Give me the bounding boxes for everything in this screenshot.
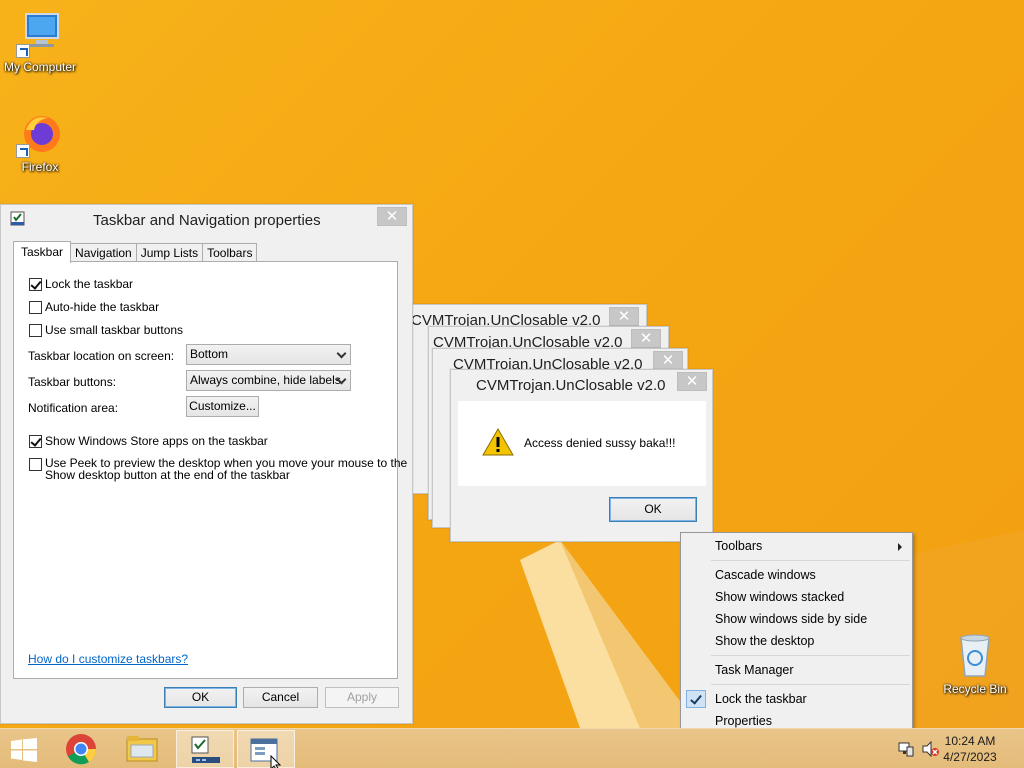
desktop-icon-recycle-bin[interactable]: Recycle Bin bbox=[935, 632, 1015, 696]
auto-hide-label: Auto-hide the taskbar bbox=[45, 300, 160, 314]
clock-date[interactable]: 4/27/2023 bbox=[935, 750, 1005, 764]
store-apps-label: Show Windows Store apps on the taskbar bbox=[45, 434, 268, 448]
desktop-icon-label: My Computer bbox=[3, 60, 77, 74]
start-button[interactable] bbox=[0, 730, 48, 768]
auto-hide-checkbox[interactable] bbox=[29, 301, 42, 314]
window-titlebar[interactable]: Taskbar and Navigation properties ✕ bbox=[1, 205, 412, 235]
menu-item-show-desktop[interactable]: Show the desktop bbox=[683, 630, 910, 652]
taskbar-properties-icon bbox=[10, 211, 25, 226]
close-icon: ✕ bbox=[685, 372, 699, 390]
taskbar-trojan-app[interactable] bbox=[237, 730, 295, 768]
auto-hide-option[interactable]: Auto-hide the taskbar bbox=[29, 300, 159, 314]
cancel-button[interactable]: Cancel bbox=[243, 687, 318, 708]
window-title: CVMTrojan.UnClosable v2.0 bbox=[476, 377, 666, 394]
close-button[interactable]: ✕ bbox=[653, 351, 683, 370]
taskbar-chrome[interactable] bbox=[52, 730, 110, 768]
menu-item-task-manager[interactable]: Task Manager bbox=[683, 659, 910, 681]
buttons-label: Taskbar buttons: bbox=[28, 375, 117, 389]
buttons-select[interactable]: Always combine, hide labels bbox=[186, 370, 351, 391]
menu-item-stacked[interactable]: Show windows stacked bbox=[683, 586, 910, 608]
tab-taskbar[interactable]: Taskbar bbox=[13, 241, 72, 263]
notification-label: Notification area: bbox=[28, 401, 119, 415]
menu-item-lock-taskbar[interactable]: Lock the taskbar bbox=[683, 688, 910, 710]
warning-icon bbox=[482, 428, 514, 456]
close-icon: ✕ bbox=[639, 329, 653, 347]
taskbar-properties-app[interactable] bbox=[176, 730, 234, 768]
tab-jump-lists[interactable]: Jump Lists bbox=[135, 243, 204, 263]
menu-item-toolbars[interactable]: Toolbars bbox=[683, 535, 910, 557]
close-button[interactable]: ✕ bbox=[677, 372, 707, 391]
desktop-icon-firefox[interactable]: Firefox bbox=[0, 110, 80, 174]
small-buttons-option[interactable]: Use small taskbar buttons bbox=[29, 323, 183, 337]
lock-taskbar-checkbox[interactable] bbox=[29, 278, 42, 291]
trojan-window-main[interactable]: CVMTrojan.UnClosable v2.0 ✕ Access denie… bbox=[450, 369, 713, 542]
location-label: Taskbar location on screen: bbox=[28, 349, 175, 363]
small-buttons-checkbox[interactable] bbox=[29, 324, 42, 337]
chevron-down-icon bbox=[336, 348, 347, 359]
menu-item-label: Lock the taskbar bbox=[715, 692, 807, 706]
taskbar-context-menu: Toolbars Cascade windows Show windows st… bbox=[680, 532, 913, 734]
buttons-value: Always combine, hide labels bbox=[190, 373, 341, 387]
lock-taskbar-option[interactable]: Lock the taskbar bbox=[29, 277, 133, 291]
window-title: Taskbar and Navigation properties bbox=[93, 212, 321, 229]
small-buttons-label: Use small taskbar buttons bbox=[45, 323, 184, 337]
apply-button[interactable]: Apply bbox=[325, 687, 399, 708]
desktop-icon-label: Firefox bbox=[21, 160, 59, 174]
menu-separator bbox=[711, 560, 910, 561]
peek-checkbox[interactable] bbox=[29, 458, 42, 471]
location-select[interactable]: Bottom bbox=[186, 344, 351, 365]
store-apps-checkbox[interactable] bbox=[29, 435, 42, 448]
recycle-bin-icon bbox=[951, 632, 999, 680]
close-button[interactable]: ✕ bbox=[631, 329, 661, 348]
shortcut-arrow-icon bbox=[16, 144, 30, 158]
peek-label-line2: Show desktop button at the end of the ta… bbox=[45, 468, 290, 482]
lock-taskbar-label: Lock the taskbar bbox=[45, 277, 134, 291]
peek-option[interactable]: Use Peek to preview the desktop when you… bbox=[29, 457, 407, 481]
ok-button[interactable]: OK bbox=[164, 687, 237, 708]
taskbar[interactable]: 10:24 AM 4/27/2023 bbox=[0, 728, 1024, 768]
tab-strip: Taskbar Navigation Jump Lists Toolbars bbox=[13, 241, 258, 263]
message-text: Access denied sussy baka!!! bbox=[524, 436, 676, 450]
customize-button[interactable]: Customize... bbox=[186, 396, 259, 417]
mouse-cursor-icon bbox=[270, 755, 282, 768]
desktop-icon-label: Recycle Bin bbox=[943, 682, 1007, 696]
windows-logo-icon bbox=[11, 738, 37, 762]
menu-item-side-by-side[interactable]: Show windows side by side bbox=[683, 608, 910, 630]
location-value: Bottom bbox=[190, 347, 229, 361]
menu-separator bbox=[711, 655, 910, 656]
shortcut-arrow-icon bbox=[16, 44, 30, 58]
close-button[interactable]: ✕ bbox=[377, 207, 407, 226]
message-area: Access denied sussy baka!!! bbox=[458, 401, 706, 486]
close-icon: ✕ bbox=[385, 207, 399, 225]
window-titlebar[interactable]: CVMTrojan.UnClosable v2.0 ✕ bbox=[451, 370, 712, 400]
menu-item-cascade[interactable]: Cascade windows bbox=[683, 564, 910, 586]
computer-icon bbox=[16, 10, 64, 58]
folder-icon bbox=[126, 736, 158, 762]
ok-button[interactable]: OK bbox=[609, 497, 697, 522]
checkmark-icon bbox=[686, 690, 706, 708]
close-icon: ✕ bbox=[661, 351, 675, 369]
submenu-arrow-icon bbox=[898, 543, 902, 551]
menu-item-label: Toolbars bbox=[715, 539, 763, 553]
help-link[interactable]: How do I customize taskbars? bbox=[28, 652, 188, 666]
close-icon: ✕ bbox=[617, 307, 631, 325]
menu-separator bbox=[711, 684, 910, 685]
close-button[interactable]: ✕ bbox=[609, 307, 639, 326]
taskbar-file-explorer[interactable] bbox=[113, 730, 171, 768]
network-icon[interactable] bbox=[898, 741, 914, 757]
tab-toolbars[interactable]: Toolbars bbox=[202, 243, 258, 263]
peek-label: Use Peek to preview the desktop when you… bbox=[45, 457, 407, 481]
desktop-icon-my-computer[interactable]: My Computer bbox=[0, 10, 80, 74]
store-apps-option[interactable]: Show Windows Store apps on the taskbar bbox=[29, 434, 268, 448]
firefox-icon bbox=[16, 110, 64, 158]
tab-navigation[interactable]: Navigation bbox=[70, 243, 137, 263]
chrome-icon bbox=[66, 734, 97, 765]
taskbar-settings-icon bbox=[191, 736, 220, 763]
clock-time[interactable]: 10:24 AM bbox=[935, 734, 1005, 748]
